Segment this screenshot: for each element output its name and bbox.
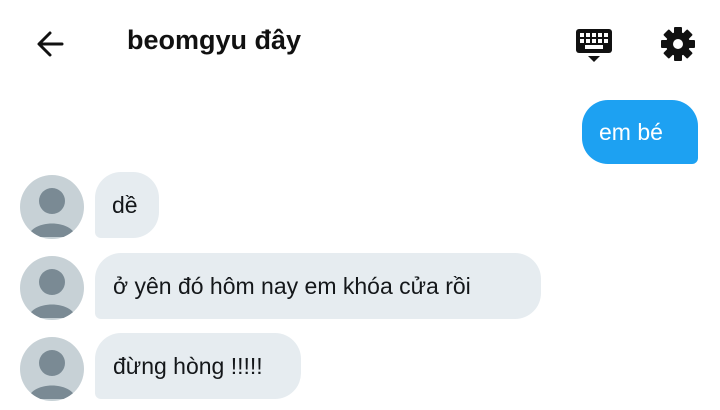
chat-title: beomgyu đây bbox=[127, 25, 302, 55]
gear-icon bbox=[661, 27, 695, 61]
arrow-left-icon bbox=[37, 31, 64, 57]
chat-header: beomgyu đây bbox=[0, 0, 720, 86]
back-button[interactable] bbox=[30, 24, 70, 64]
message-text: đừng hòng !!!!! bbox=[113, 352, 263, 379]
avatar[interactable] bbox=[20, 256, 84, 320]
avatar[interactable] bbox=[20, 175, 84, 239]
avatar[interactable] bbox=[20, 337, 84, 401]
message-bubble-sent[interactable]: em bé bbox=[582, 100, 698, 164]
settings-button[interactable] bbox=[656, 22, 700, 66]
message-text: em bé bbox=[599, 118, 663, 145]
message-bubble-received[interactable]: đừng hòng !!!!! bbox=[95, 333, 301, 399]
message-bubble-received[interactable]: dề bbox=[95, 172, 159, 238]
default-user-icon bbox=[28, 188, 76, 237]
default-user-icon bbox=[28, 269, 76, 318]
keyboard-icon bbox=[576, 29, 612, 62]
message-text: ở yên đó hôm nay em khóa cửa rồi bbox=[113, 272, 471, 299]
default-user-icon bbox=[28, 350, 76, 399]
message-text: dề bbox=[112, 191, 138, 218]
keyboard-button[interactable] bbox=[572, 22, 616, 66]
message-bubble-received[interactable]: ở yên đó hôm nay em khóa cửa rồi bbox=[95, 253, 541, 319]
